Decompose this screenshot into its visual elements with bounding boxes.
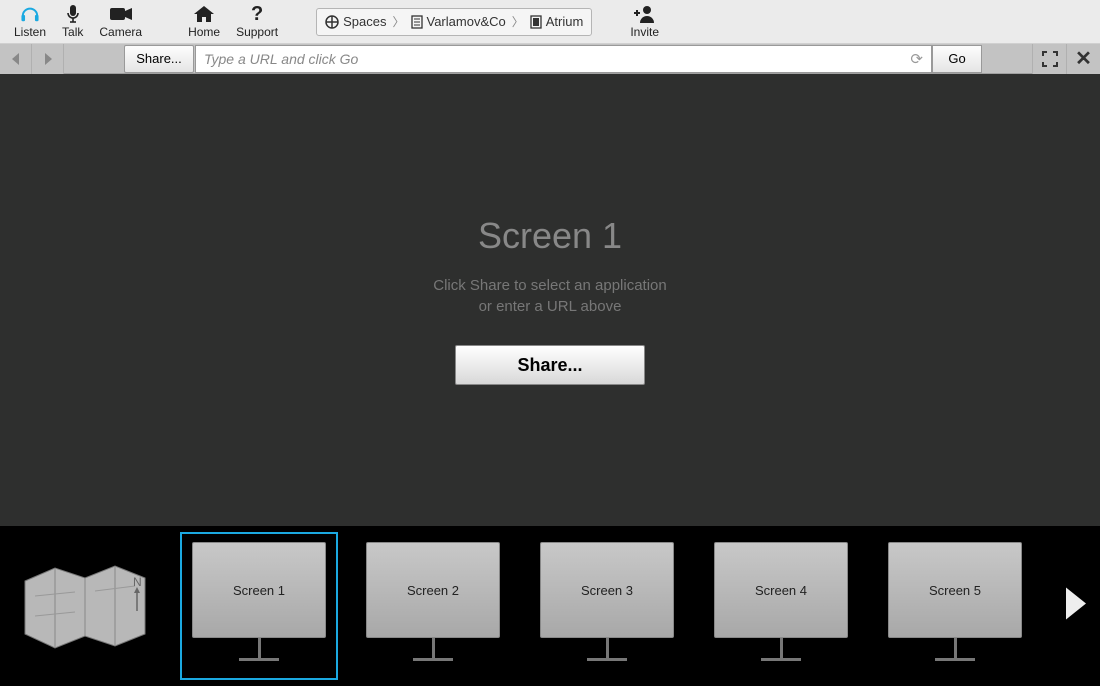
url-placeholder: Type a URL and click Go [204, 51, 358, 67]
share-dropdown[interactable]: Share... [124, 45, 194, 73]
listen-button[interactable]: Listen [6, 0, 54, 44]
screen-thumbnail-1[interactable]: Screen 1 [180, 532, 338, 680]
talk-button[interactable]: Talk [54, 0, 91, 44]
talk-label: Talk [62, 25, 83, 39]
support-label: Support [236, 25, 278, 39]
go-label: Go [948, 51, 965, 66]
support-button[interactable]: ? Support [228, 0, 286, 44]
tray-next-button[interactable] [1062, 586, 1090, 627]
screen-title: Screen 1 [478, 215, 622, 257]
screen-thumbnail-4[interactable]: Screen 4 [702, 532, 860, 680]
screen-board: Screen 3 [540, 542, 674, 638]
chevron-right-icon [42, 52, 54, 66]
close-button[interactable]: ✕ [1066, 44, 1100, 74]
chevron-left-icon [10, 52, 22, 66]
go-button[interactable]: Go [932, 45, 982, 73]
building-icon [411, 15, 423, 29]
refresh-icon[interactable]: ⟳ [910, 50, 923, 68]
main-stage: Screen 1 Click Share to select an applic… [0, 74, 1100, 526]
screen-thumbnail-3[interactable]: Screen 3 [528, 532, 686, 680]
floorplan-icon: N [15, 556, 155, 656]
home-button[interactable]: Home [180, 0, 228, 44]
door-icon [530, 15, 542, 29]
headphones-icon [19, 4, 41, 24]
url-input[interactable]: Type a URL and click Go ⟳ [195, 45, 932, 73]
back-button[interactable] [0, 44, 32, 74]
top-toolbar: Listen Talk Camera Home ? Support Spaces… [0, 0, 1100, 44]
breadcrumb-room-label: Atrium [546, 14, 584, 29]
close-icon: ✕ [1075, 46, 1092, 71]
camera-button[interactable]: Camera [91, 0, 150, 44]
breadcrumb-separator: 〉 [392, 13, 404, 30]
chevron-right-icon [1062, 586, 1090, 622]
breadcrumb-spaces[interactable]: Spaces [325, 14, 386, 29]
breadcrumb-wrapper: Spaces 〉 Varlamov&Co 〉 Atrium [316, 8, 592, 36]
breadcrumb[interactable]: Spaces 〉 Varlamov&Co 〉 Atrium [316, 8, 592, 36]
invite-icon [634, 4, 656, 24]
microphone-icon [65, 4, 81, 24]
breadcrumb-org[interactable]: Varlamov&Co [411, 14, 506, 29]
globe-icon [325, 15, 339, 29]
home-icon [193, 4, 215, 24]
breadcrumb-separator: 〉 [512, 13, 524, 30]
svg-text:N: N [133, 575, 142, 589]
listen-label: Listen [14, 25, 46, 39]
share-dropdown-label: Share... [136, 51, 182, 66]
share-button-label: Share... [517, 355, 582, 376]
camera-label: Camera [99, 25, 142, 39]
screen-thumbnail-2[interactable]: Screen 2 [354, 532, 512, 680]
home-label: Home [188, 25, 220, 39]
screen-thumbnail-5[interactable]: Screen 5 [876, 532, 1034, 680]
floorplan-thumbnail[interactable]: N [10, 546, 160, 666]
share-button[interactable]: Share... [455, 345, 645, 385]
breadcrumb-room[interactable]: Atrium [530, 14, 584, 29]
nav-group [0, 44, 64, 73]
screen-board: Screen 4 [714, 542, 848, 638]
fullscreen-button[interactable] [1032, 44, 1066, 74]
invite-label: Invite [630, 25, 659, 39]
question-icon: ? [251, 4, 263, 24]
screen-board: Screen 1 [192, 542, 326, 638]
screen-subtitle: Click Share to select an application or … [433, 275, 666, 317]
screen-board: Screen 5 [888, 542, 1022, 638]
invite-button[interactable]: Invite [622, 0, 667, 44]
camera-icon [109, 4, 133, 24]
breadcrumb-root-label: Spaces [343, 14, 386, 29]
fullscreen-icon [1042, 51, 1058, 67]
screen-board: Screen 2 [366, 542, 500, 638]
screens-tray: N Screen 1 Screen 2 Screen 3 Screen 4 Sc… [0, 526, 1100, 686]
url-bar: Share... Type a URL and click Go ⟳ Go ✕ [0, 44, 1100, 74]
forward-button[interactable] [32, 44, 64, 74]
breadcrumb-org-label: Varlamov&Co [427, 14, 506, 29]
